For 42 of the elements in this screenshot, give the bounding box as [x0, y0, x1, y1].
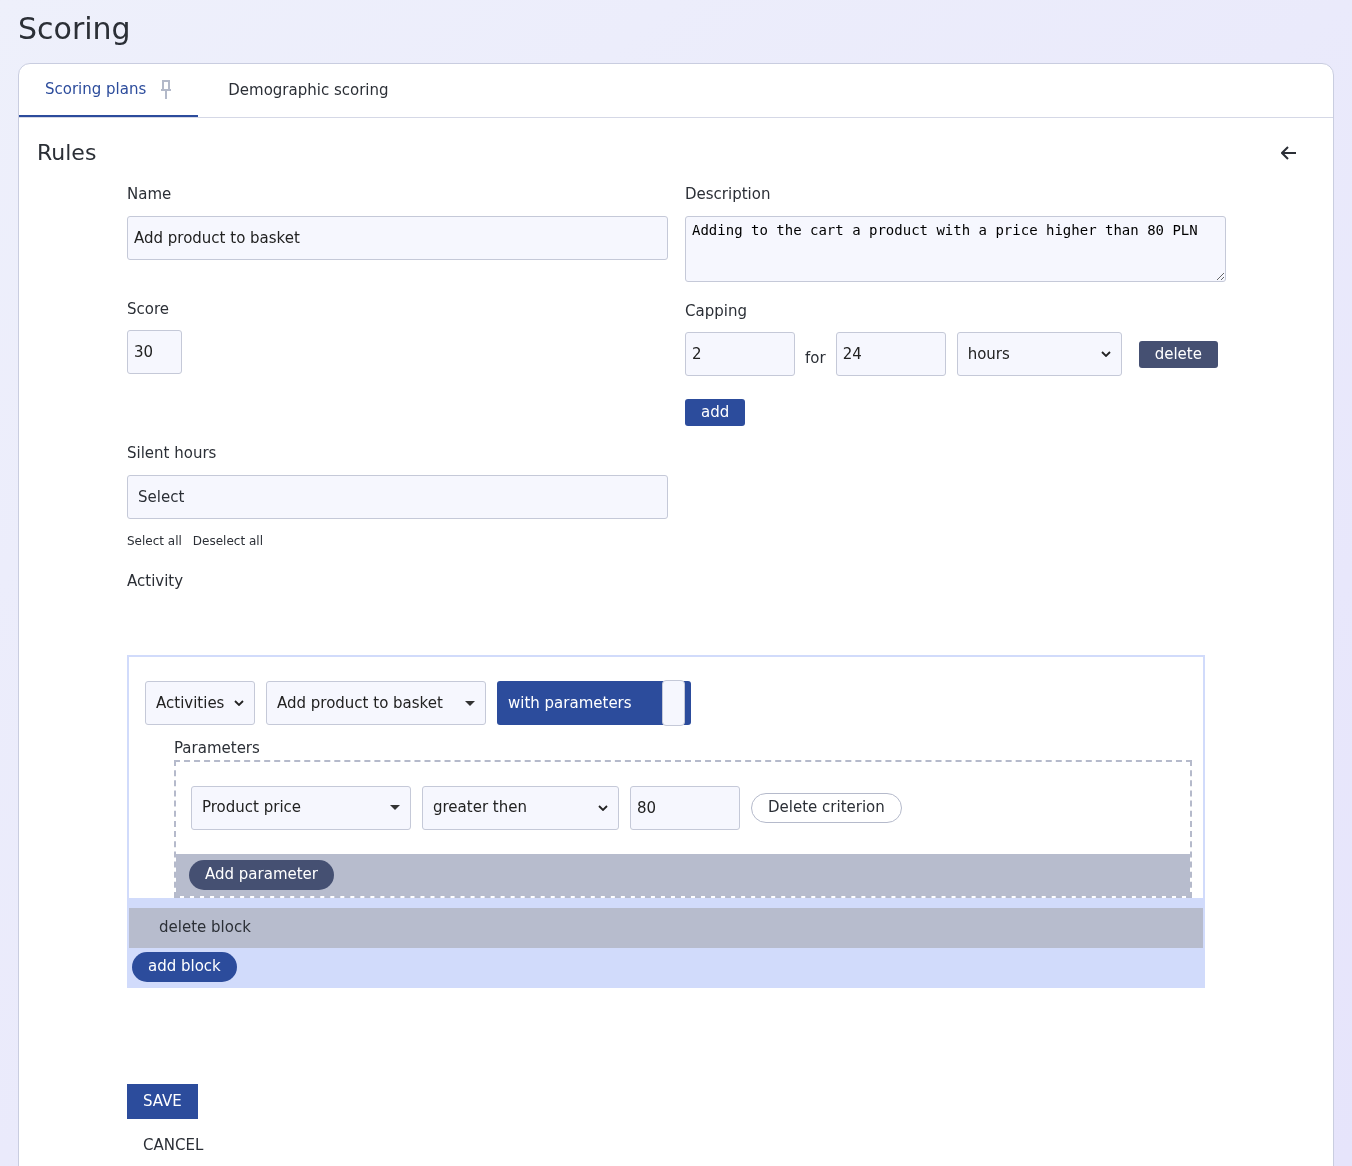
caret-down-icon: [390, 805, 400, 810]
chevron-down-icon: [598, 804, 608, 811]
input-field[interactable]: 2: [685, 332, 795, 376]
add-button[interactable]: add: [685, 399, 746, 426]
tab[interactable]: Demographic scoring: [198, 64, 419, 117]
back-arrow-icon[interactable]: [1281, 145, 1297, 160]
toggle-knob: [662, 680, 685, 726]
tab[interactable]: Scoring plans: [19, 64, 199, 117]
field-label: Silent hours: [127, 443, 218, 464]
page-title: Scoring: [17, 10, 132, 48]
delete-block-button[interactable]: delete block: [129, 907, 1203, 948]
field-label: Score: [127, 298, 170, 320]
for-label: for: [805, 347, 826, 369]
select-field[interactable]: Select: [127, 474, 668, 519]
add-block-button[interactable]: add block: [132, 951, 237, 982]
description-field[interactable]: Adding to the cart a product with a price higher than 80 PLN: [685, 215, 1226, 282]
caret-down-icon: [465, 700, 475, 706]
add-parameter-button[interactable]: Add parameter: [189, 859, 334, 890]
section-title: Rules: [37, 139, 97, 167]
dropdown[interactable]: greater then: [422, 785, 619, 830]
input-field[interactable]: 30: [127, 330, 182, 374]
delete-button[interactable]: delete: [1138, 340, 1218, 368]
dropdown[interactable]: Activities: [145, 681, 255, 725]
cancel-button[interactable]: CANCEL: [127, 1130, 220, 1161]
delete-criterion-button[interactable]: Delete criterion: [751, 792, 902, 823]
chevron-down-icon: [234, 700, 244, 706]
dropdown[interactable]: hours: [956, 332, 1122, 376]
parameters-label: Parameters: [173, 738, 261, 759]
field-label: Description: [685, 184, 772, 205]
input-field[interactable]: 24: [835, 332, 946, 376]
input-field[interactable]: Add product to basket: [127, 215, 668, 260]
select-all-link[interactable]: Select all: [127, 531, 182, 550]
save-button[interactable]: SAVE: [127, 1083, 198, 1119]
deselect-all-link[interactable]: Deselect all: [192, 531, 263, 550]
field-label: Capping: [685, 300, 748, 322]
toggle-switch[interactable]: with parameters: [497, 681, 691, 725]
dropdown[interactable]: Add product to basket: [266, 681, 486, 725]
chevron-down-icon: [1100, 351, 1111, 357]
input-field[interactable]: 80: [630, 785, 740, 830]
field-label: Activity: [127, 570, 185, 592]
field-label: Name: [127, 184, 173, 205]
dropdown[interactable]: Product price: [191, 785, 411, 830]
